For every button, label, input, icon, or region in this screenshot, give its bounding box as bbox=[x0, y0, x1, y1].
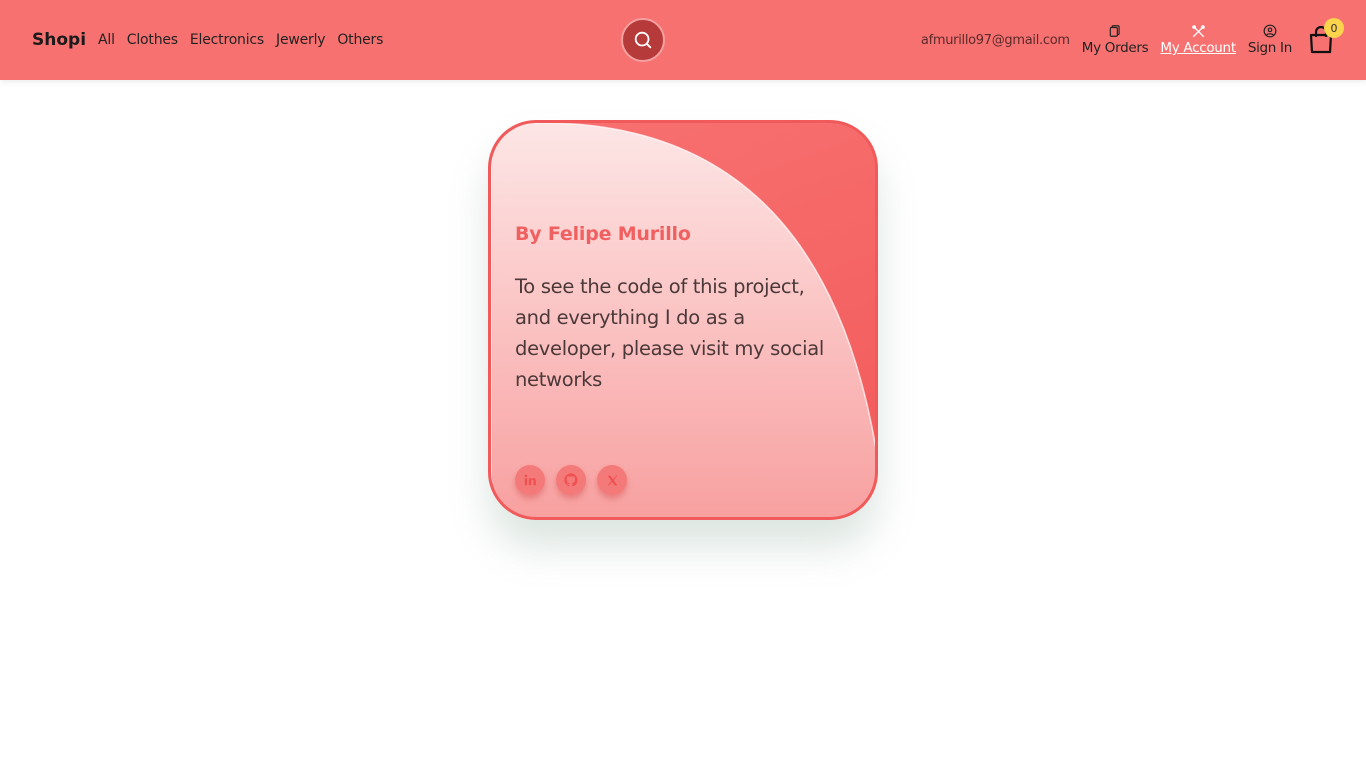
x-link[interactable] bbox=[597, 465, 627, 495]
my-account-link[interactable]: My Account bbox=[1160, 23, 1236, 57]
nav-link-clothes[interactable]: Clothes bbox=[127, 32, 178, 48]
author-card: By Felipe Murillo To see the code of thi… bbox=[488, 120, 878, 520]
my-orders-link[interactable]: My Orders bbox=[1082, 23, 1149, 57]
linkedin-link[interactable] bbox=[515, 465, 545, 495]
tools-icon bbox=[1191, 23, 1206, 39]
sign-in-label: Sign In bbox=[1247, 40, 1292, 56]
card-description: To see the code of this project, and eve… bbox=[515, 275, 824, 391]
linkedin-icon bbox=[524, 474, 536, 486]
x-icon bbox=[607, 475, 617, 485]
search-button[interactable] bbox=[621, 18, 665, 62]
social-links bbox=[515, 465, 627, 495]
nav-link-all[interactable]: All bbox=[98, 32, 115, 48]
nav-link-jewerly[interactable]: Jewerly bbox=[276, 32, 326, 48]
github-link[interactable] bbox=[556, 465, 586, 495]
user-email: afmurillo97@gmail.com bbox=[920, 32, 1070, 48]
cart-button[interactable]: 0 bbox=[1306, 18, 1344, 60]
user-circle-icon bbox=[1263, 23, 1277, 39]
my-account-label: My Account bbox=[1160, 40, 1236, 56]
nav-link-electronics[interactable]: Electronics bbox=[190, 32, 264, 48]
nav-link-others[interactable]: Others bbox=[337, 32, 383, 48]
brand-logo[interactable]: Shopi bbox=[32, 30, 86, 50]
my-orders-label: My Orders bbox=[1081, 40, 1149, 56]
search-icon bbox=[634, 31, 652, 49]
cart-count-badge: 0 bbox=[1324, 18, 1344, 38]
card-author: By Felipe Murillo bbox=[515, 223, 691, 245]
navbar: Shopi All Clothes Electronics Jewerly Ot… bbox=[0, 0, 1366, 80]
sign-in-link[interactable]: Sign In bbox=[1248, 23, 1292, 57]
nav-right: afmurillo97@gmail.com My Orders My Accou… bbox=[920, 0, 1344, 80]
nav-left: Shopi All Clothes Electronics Jewerly Ot… bbox=[32, 0, 383, 80]
orders-icon bbox=[1108, 23, 1122, 39]
github-icon bbox=[564, 473, 578, 487]
